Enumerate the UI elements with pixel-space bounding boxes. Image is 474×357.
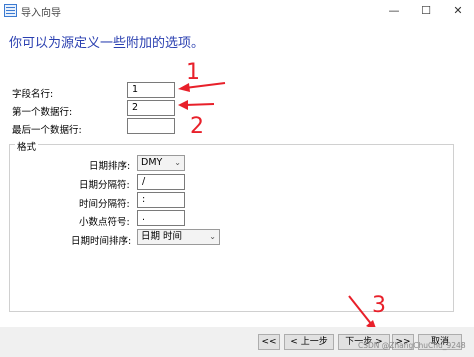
annotation-arrows: [178, 82, 377, 331]
previous-button[interactable]: < 上一步: [284, 334, 334, 350]
watermark: CSDN @ZhangChuChu_9248: [358, 341, 466, 350]
arrow-to-first-data-row: [184, 103, 215, 106]
arrow-to-field-name-row: [184, 82, 226, 89]
arrow-to-next-button: [348, 295, 373, 326]
first-page-button[interactable]: <<: [258, 334, 280, 350]
